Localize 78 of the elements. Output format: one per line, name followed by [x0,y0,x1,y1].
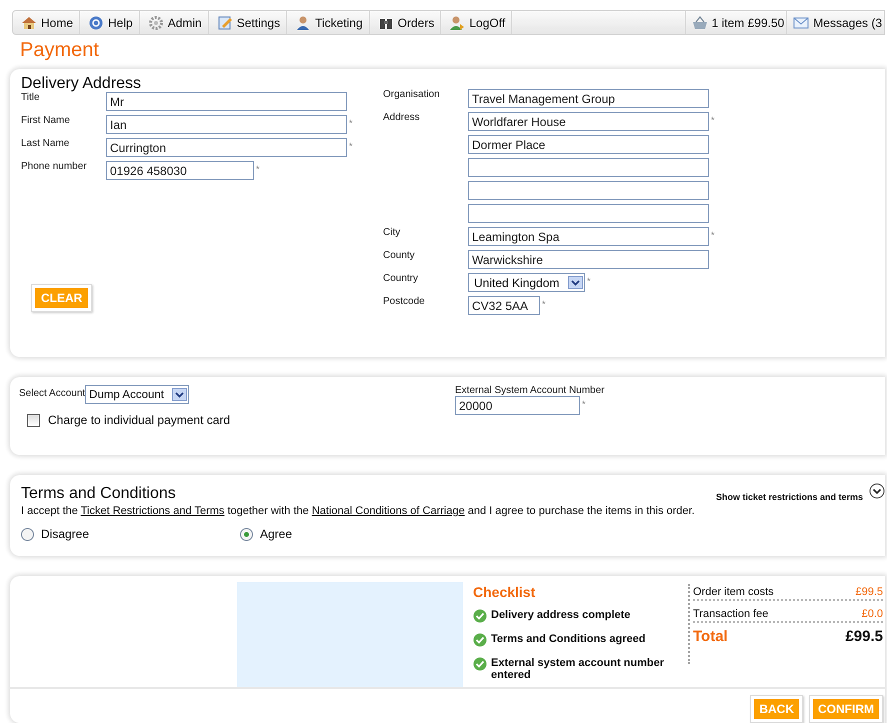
field-label: First Name [21,115,71,128]
radio-button[interactable] [240,528,253,540]
field-label: Title [21,92,41,105]
input-field[interactable]: Ian [106,115,347,134]
required-mark: * [582,398,586,409]
terms-sentence: I accept the Ticket Restrictions and Terms together with the National Conditions of Carriage and I agree to purchase the items in this order. [21,505,696,517]
field-label: County [383,250,416,263]
gear-icon [148,14,164,30]
notepad-icon [216,14,233,30]
terms-link[interactable]: Ticket Restrictions and Terms [80,505,224,517]
checklist-title: Checklist [473,584,536,600]
country-dropdown[interactable]: United Kingdom [468,273,585,292]
checkbox[interactable] [27,414,40,426]
required-mark: * [587,275,591,286]
field-label: Select Account [19,387,86,399]
nav-link[interactable]: Orders [370,11,442,34]
nav-link[interactable]: 1 item £99.50 [684,11,786,34]
total-value: £99.5 [845,628,883,645]
person-icon [295,14,312,30]
cost-label: Transaction fee [693,608,768,620]
section-title: Delivery Address [21,75,142,92]
terms-link[interactable]: National Conditions of Carriage [312,505,465,517]
input-field[interactable]: Warwickshire [468,250,709,269]
nav-link[interactable]: Settings [208,11,288,34]
nav-link[interactable]: Help [80,11,140,34]
input-field[interactable]: Dormer Place [468,135,709,154]
chevron-down-icon [568,276,583,289]
account-dropdown[interactable]: Dump Account [85,385,190,404]
section-title: Terms and Conditions [21,485,177,503]
nav-link[interactable]: LogOff [441,11,512,34]
checklist-item: Terms and Conditions agreed [491,633,646,645]
nav-link[interactable]: Home [13,11,80,34]
help-icon [88,14,104,30]
nav-link[interactable]: Messages (3 [786,11,884,34]
envelope-icon [793,14,810,30]
toggle-link[interactable]: Show ticket restrictions and terms [716,492,863,502]
cost-label: Order item costs [693,586,774,598]
cost-value: £99.5 [855,586,883,598]
input-field[interactable]: 20000 [455,396,580,415]
field-label: Country [383,273,420,286]
input-field[interactable]: Worldfarer House [468,112,709,131]
basket-icon [692,14,708,30]
input-field[interactable]: 01926 458030 [106,161,254,180]
field-label: Address [383,112,421,125]
required-mark: * [711,114,715,125]
total-label: Total [693,628,728,645]
radio-label: Agree [260,527,292,541]
nav-link[interactable]: Admin [140,11,209,34]
radio-label: Disagree [41,527,90,541]
field-label: City [383,227,402,240]
checklist-item: External system account number entered [491,657,666,681]
input-field[interactable] [468,204,709,223]
required-mark: * [711,229,715,240]
required-mark: * [256,163,260,174]
field-label: Phone number [21,161,88,174]
input-field[interactable]: CV32 5AA [468,296,540,315]
field-label: Last Name [21,138,70,151]
field-label: External System Account Number [455,385,605,396]
required-mark: * [542,298,546,309]
input-field[interactable] [468,181,709,200]
person-icon [449,14,466,30]
field-label: Organisation [383,89,441,102]
required-mark: * [349,117,353,128]
input-field[interactable]: Currington [106,138,347,157]
chevron-down-icon [172,388,188,401]
input-field[interactable]: Leamington Spa [468,227,709,246]
house-icon [21,14,37,30]
required-mark: * [349,140,353,151]
cost-value: £0.0 [862,608,883,620]
field-label: Postcode [383,296,426,309]
page-title: Payment [20,39,100,63]
input-field[interactable]: Travel Management Group [468,89,709,108]
input-field[interactable] [468,158,709,177]
input-field[interactable]: Mr [106,92,347,111]
radio-button[interactable] [21,528,34,540]
checklist-item: Delivery address complete [491,609,632,621]
nav-link[interactable]: Ticketing [287,11,370,34]
checkbox-label: Charge to individual payment card [48,413,230,427]
